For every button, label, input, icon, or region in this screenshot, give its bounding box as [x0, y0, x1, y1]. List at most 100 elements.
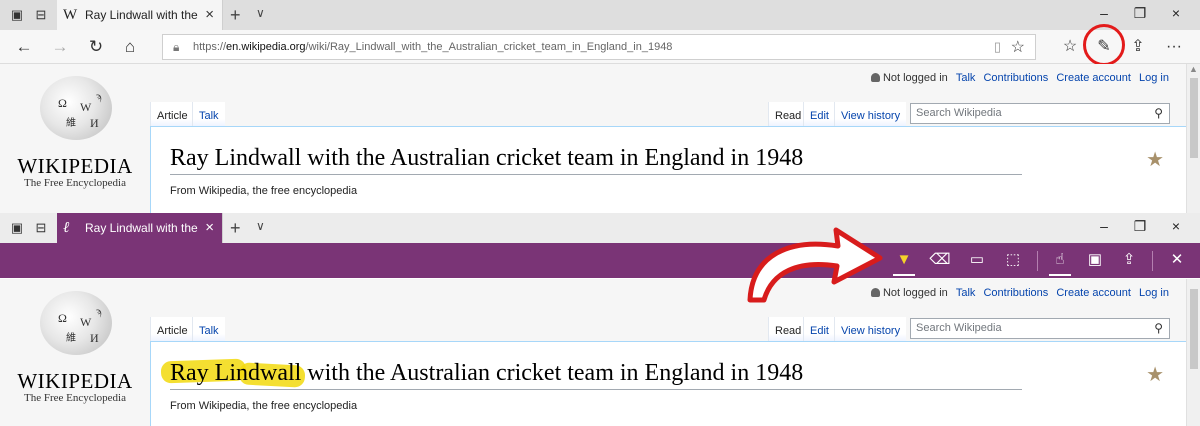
wikipedia-tagline: The Free Encyclopedia	[23, 392, 126, 404]
wikipedia-tagline: The Free Encyclopedia	[23, 177, 126, 189]
search-input[interactable]: Search Wikipedia ⚲	[910, 103, 1170, 124]
log-in-link[interactable]: Log in	[1139, 287, 1169, 299]
comment-icon[interactable]: ▭	[965, 250, 989, 270]
article-subtitle: From Wikipedia, the free encyclopedia	[170, 400, 358, 412]
contributions-link[interactable]: Contributions	[983, 287, 1048, 299]
tab-talk[interactable]: Talk	[192, 317, 225, 341]
more-icon[interactable]: ···	[1162, 36, 1186, 58]
tab-wikipedia-note[interactable]: ℓ Ray Lindwall with the Au ×	[57, 213, 223, 243]
create-account-link[interactable]: Create account	[1056, 287, 1131, 299]
touch-write-selected-indicator	[1049, 274, 1071, 276]
talk-link[interactable]: Talk	[956, 72, 976, 84]
window-close-button[interactable]: ×	[1166, 218, 1186, 234]
tab-title: Ray Lindwall with the Au	[85, 8, 200, 22]
tab-view-history[interactable]: View history	[834, 317, 907, 341]
featured-article-star-icon: ★	[1146, 149, 1164, 171]
tab-article[interactable]: Article	[150, 102, 194, 126]
tab-edit[interactable]: Edit	[803, 317, 835, 341]
wikipedia-wordmark: WIKIPEDIA	[17, 154, 133, 178]
create-account-link[interactable]: Create account	[1056, 72, 1131, 84]
scrollbar[interactable]: ▲	[1186, 64, 1200, 213]
share-icon[interactable]: ⇪	[1126, 36, 1150, 58]
tab-bar: ▣ ⊟ W Ray Lindwall with the Au × + ∨ – ❐…	[0, 0, 1200, 30]
share-icon[interactable]: ⇪	[1117, 250, 1141, 270]
article-title: Ray Lindwall with the Australian cricket…	[170, 360, 1022, 390]
clip-icon[interactable]: ⬚	[1001, 250, 1025, 270]
page-tabs: Article Talk Read Edit View history Sear…	[150, 317, 1186, 341]
web-note-callout-circle	[1083, 24, 1125, 66]
address-bar[interactable]: 🔒︎ https://en.wikipedia.org/wiki/Ray_Lin…	[162, 34, 1036, 60]
personal-tools: Not logged in Talk Contributions Create …	[870, 72, 1169, 84]
toolbar-separator	[1152, 251, 1153, 271]
exit-icon[interactable]: ✕	[1165, 250, 1189, 270]
personal-tools: Not logged in Talk Contributions Create …	[870, 287, 1169, 299]
red-callout-arrow	[747, 227, 883, 303]
tab-view-history[interactable]: View history	[834, 102, 907, 126]
not-logged-in-label: Not logged in	[882, 72, 948, 84]
search-placeholder: Search Wikipedia	[916, 322, 1002, 334]
search-icon[interactable]: ⚲	[1154, 321, 1163, 335]
tab-list-icon[interactable]: ▣	[8, 6, 26, 24]
maximize-button[interactable]: ❐	[1130, 218, 1150, 235]
page-tabs: Article Talk Read Edit View history Sear…	[150, 102, 1186, 126]
user-icon	[870, 73, 880, 82]
forward-button[interactable]: →	[48, 36, 72, 58]
minimize-button[interactable]: –	[1094, 218, 1114, 234]
wikipedia-favicon-icon: W	[63, 7, 78, 23]
article-subtitle: From Wikipedia, the free encyclopedia	[170, 185, 358, 197]
new-tab-button[interactable]: +	[230, 4, 241, 26]
search-placeholder: Search Wikipedia	[916, 107, 1002, 119]
tab-preview-dropdown[interactable]: ∨	[256, 219, 265, 233]
favorites-star-icon[interactable]: ☆	[1011, 37, 1025, 57]
tab-bar: ▣ ⊟ ℓ Ray Lindwall with the Au × + ∨ – ❐…	[0, 213, 1200, 243]
tab-close-button[interactable]: ×	[205, 219, 214, 237]
tab-close-button[interactable]: ×	[205, 6, 214, 24]
reading-view-icon[interactable]: ▯	[994, 39, 1001, 55]
search-icon[interactable]: ⚲	[1154, 106, 1163, 120]
save-icon[interactable]: ▣	[1083, 250, 1107, 270]
browser-window-web-note: ▣ ⊟ ℓ Ray Lindwall with the Au × + ∨ – ❐…	[0, 213, 1200, 426]
lock-icon: 🔒︎	[173, 40, 180, 54]
wikipedia-globe-logo[interactable]: Ω W И 維 ϡ	[30, 74, 120, 146]
tab-read[interactable]: Read	[768, 317, 808, 341]
web-note-toolbar: ▽ ▼ ⌫ ▭ ⬚ ☝︎ ▣ ⇪ ✕	[0, 243, 1200, 278]
tab-title: Ray Lindwall with the Au	[85, 221, 200, 235]
back-button[interactable]: ←	[12, 36, 36, 58]
window-close-button[interactable]: ×	[1166, 5, 1186, 21]
tab-edit[interactable]: Edit	[803, 102, 835, 126]
tab-list-icon[interactable]: ▣	[8, 219, 26, 237]
article-content: Ray Lindwall with the Australian cricket…	[150, 341, 1186, 426]
wikipedia-globe-logo[interactable]: Ω W И 維 ϡ	[30, 289, 120, 361]
tab-talk[interactable]: Talk	[192, 102, 225, 126]
contributions-link[interactable]: Contributions	[983, 72, 1048, 84]
browser-window-normal: ▣ ⊟ W Ray Lindwall with the Au × + ∨ – ❐…	[0, 0, 1200, 213]
wikipedia-wordmark: WIKIPEDIA	[17, 369, 133, 393]
not-logged-in-label: Not logged in	[882, 287, 948, 299]
touch-write-icon[interactable]: ☝︎	[1048, 250, 1072, 270]
article-title: Ray Lindwall with the Australian cricket…	[170, 145, 1022, 175]
scrollbar[interactable]	[1186, 279, 1200, 426]
tab-preview-dropdown[interactable]: ∨	[256, 6, 265, 20]
home-button[interactable]: ⌂	[118, 36, 142, 58]
web-note-pen-icon: ℓ	[63, 220, 70, 236]
maximize-button[interactable]: ❐	[1130, 5, 1150, 22]
new-tab-button[interactable]: +	[230, 217, 241, 239]
tab-wikipedia[interactable]: W Ray Lindwall with the Au ×	[57, 0, 223, 30]
minimize-button[interactable]: –	[1094, 5, 1114, 21]
wikipedia-page: Ω W И 維 ϡ WIKIPEDIA The Free Encyclopedi…	[0, 64, 1186, 213]
talk-link[interactable]: Talk	[956, 287, 976, 299]
featured-article-star-icon: ★	[1146, 364, 1164, 386]
set-aside-tabs-icon[interactable]: ⊟	[32, 219, 50, 237]
tab-article[interactable]: Article	[150, 317, 194, 341]
tab-read[interactable]: Read	[768, 102, 808, 126]
wikipedia-page: Ω W И 維 ϡ WIKIPEDIA The Free Encyclopedi…	[0, 279, 1186, 426]
set-aside-tabs-icon[interactable]: ⊟	[32, 6, 50, 24]
search-input[interactable]: Search Wikipedia ⚲	[910, 318, 1170, 339]
favorites-hub-icon[interactable]: ☆	[1058, 36, 1082, 58]
address-toolbar: ← → ↻ ⌂ 🔒︎ https://en.wikipedia.org/wiki…	[0, 30, 1200, 64]
refresh-button[interactable]: ↻	[84, 36, 108, 58]
highlighter-icon[interactable]: ▼	[892, 250, 916, 270]
eraser-icon[interactable]: ⌫	[928, 250, 952, 270]
log-in-link[interactable]: Log in	[1139, 72, 1169, 84]
url-text: https://en.wikipedia.org/wiki/Ray_Lindwa…	[193, 41, 673, 53]
